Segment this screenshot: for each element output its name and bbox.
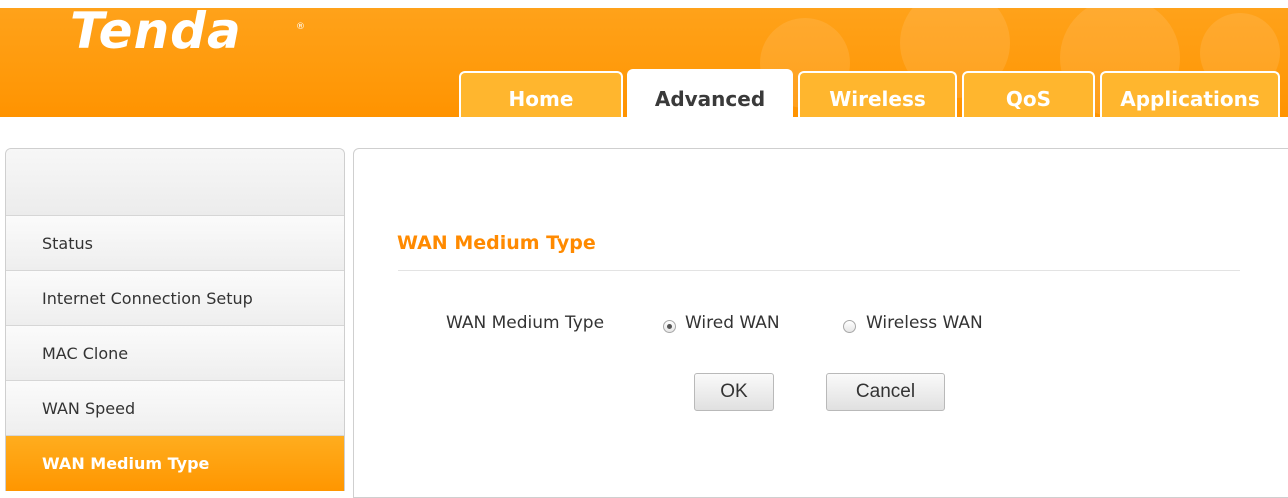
tab-advanced[interactable]: Advanced [627,69,793,117]
sidebar-item-wan-speed[interactable]: WAN Speed [6,381,344,436]
cancel-button[interactable]: Cancel [826,373,945,411]
sidebar-item-internet-connection-setup[interactable]: Internet Connection Setup [6,271,344,326]
ok-button[interactable]: OK [694,373,774,411]
sidebar-header [6,149,344,216]
tab-home[interactable]: Home [459,71,623,117]
top-header: Tenda ® Home Advanced Wireless QoS Appli… [0,8,1288,117]
radio-selected-dot [667,324,672,329]
wireless-wan-label[interactable]: Wireless WAN [866,313,983,333]
wired-wan-label[interactable]: Wired WAN [685,313,780,333]
registered-mark: ® [296,22,305,32]
tab-applications[interactable]: Applications [1100,71,1280,117]
sidebar-item-wan-medium-type[interactable]: WAN Medium Type [6,436,344,491]
wan-medium-type-label: WAN Medium Type [446,313,605,333]
section-title: WAN Medium Type [397,232,596,254]
tenda-logo: Tenda [70,8,242,60]
wireless-wan-radio[interactable] [843,320,856,333]
sidebar: Status Internet Connection Setup MAC Clo… [5,148,345,491]
wired-wan-radio[interactable] [663,320,676,333]
tab-qos[interactable]: QoS [962,71,1095,117]
section-divider [398,270,1240,271]
sidebar-item-status[interactable]: Status [6,216,344,271]
sidebar-item-mac-clone[interactable]: MAC Clone [6,326,344,381]
tab-wireless[interactable]: Wireless [798,71,957,117]
